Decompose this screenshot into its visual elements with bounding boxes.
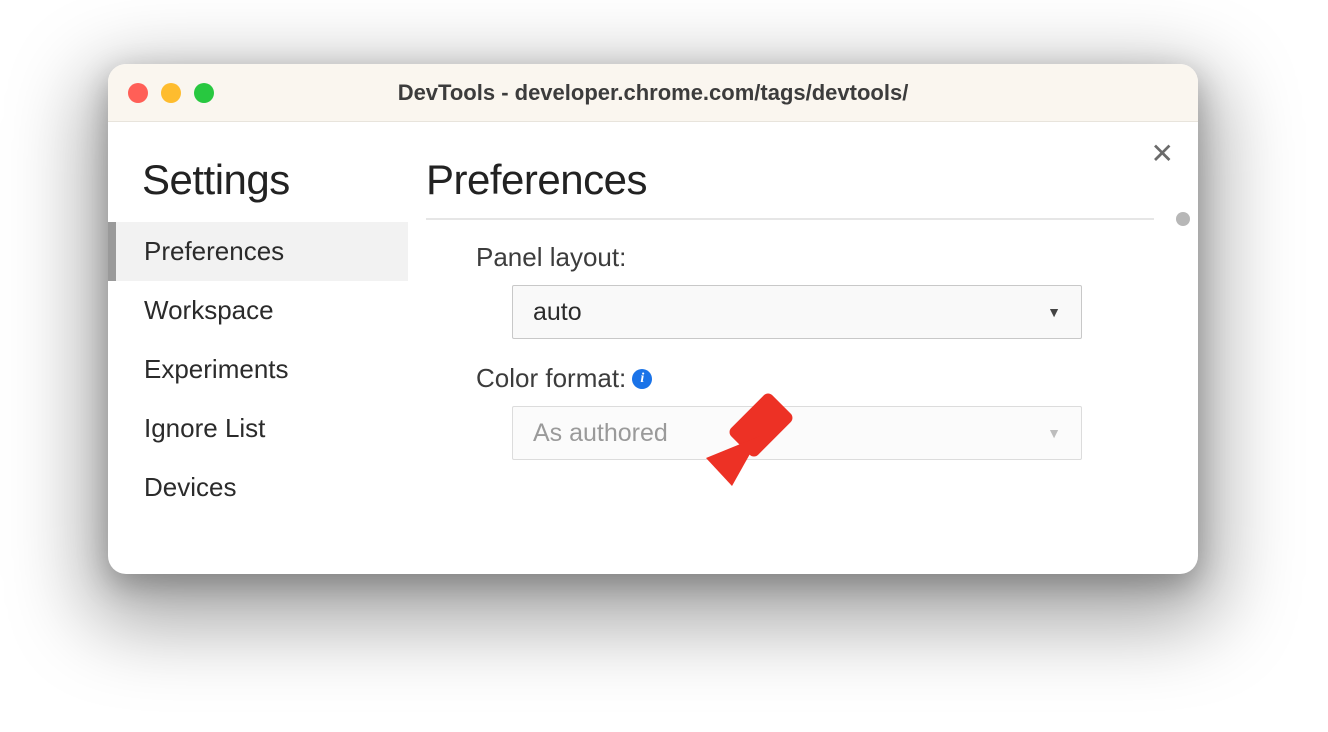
divider xyxy=(426,218,1154,220)
color-format-value: As authored xyxy=(533,419,668,448)
panel-layout-value: auto xyxy=(533,298,582,327)
settings-main-panel: Preferences Panel layout: auto ▼ Color f… xyxy=(408,122,1198,574)
sidebar-item-preferences[interactable]: Preferences xyxy=(108,222,408,281)
sidebar-item-label: Ignore List xyxy=(144,413,265,443)
sidebar-title: Settings xyxy=(108,156,408,222)
color-format-label-text: Color format: xyxy=(476,363,626,394)
color-format-label: Color format: i xyxy=(476,363,1154,394)
panel-layout-label: Panel layout: xyxy=(476,242,1154,273)
minimize-window-button[interactable] xyxy=(161,83,181,103)
sidebar-item-label: Preferences xyxy=(144,236,284,266)
scrollbar-thumb[interactable] xyxy=(1176,212,1190,226)
window-titlebar: DevTools - developer.chrome.com/tags/dev… xyxy=(108,64,1198,122)
page-title: Preferences xyxy=(426,156,1154,218)
chevron-down-icon: ▼ xyxy=(1047,425,1061,441)
sidebar-item-experiments[interactable]: Experiments xyxy=(108,340,408,399)
sidebar-item-ignore-list[interactable]: Ignore List xyxy=(108,399,408,458)
color-format-select: As authored ▼ xyxy=(512,406,1082,460)
sidebar-item-workspace[interactable]: Workspace xyxy=(108,281,408,340)
zoom-window-button[interactable] xyxy=(194,83,214,103)
window-title: DevTools - developer.chrome.com/tags/dev… xyxy=(108,80,1198,106)
chevron-down-icon: ▼ xyxy=(1047,304,1061,320)
panel-layout-select[interactable]: auto ▼ xyxy=(512,285,1082,339)
sidebar-item-devices[interactable]: Devices xyxy=(108,458,408,517)
info-icon[interactable]: i xyxy=(632,369,652,389)
sidebar-item-label: Experiments xyxy=(144,354,289,384)
panel-layout-field: Panel layout: auto ▼ xyxy=(426,242,1154,339)
scrollbar[interactable] xyxy=(1176,212,1190,564)
devtools-settings-window: DevTools - developer.chrome.com/tags/dev… xyxy=(108,64,1198,574)
settings-sidebar: Settings Preferences Workspace Experimen… xyxy=(108,122,408,574)
traffic-lights xyxy=(128,83,214,103)
sidebar-item-label: Devices xyxy=(144,472,236,502)
settings-body: ✕ Settings Preferences Workspace Experim… xyxy=(108,122,1198,574)
sidebar-item-label: Workspace xyxy=(144,295,274,325)
color-format-field: Color format: i As authored ▼ xyxy=(426,363,1154,460)
close-window-button[interactable] xyxy=(128,83,148,103)
